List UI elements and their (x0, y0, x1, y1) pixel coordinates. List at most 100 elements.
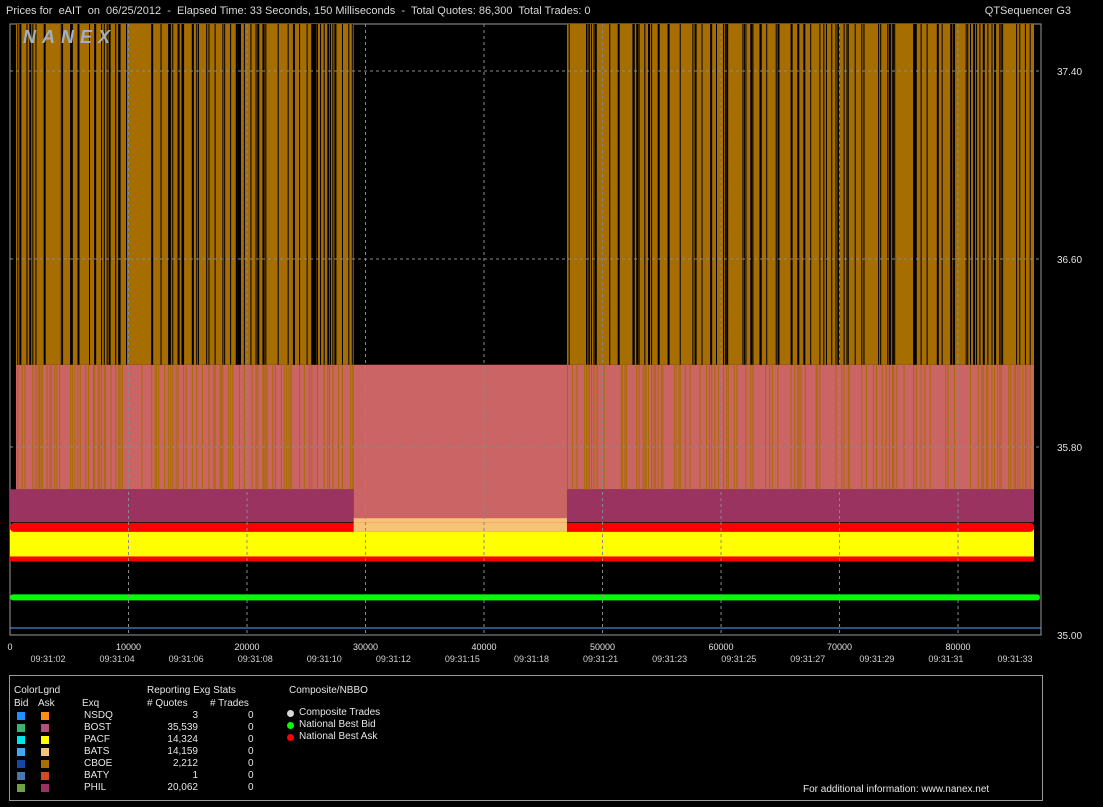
series-bost-gap-tick (126, 24, 128, 365)
x-time-label-7: 09:31:18 (514, 654, 549, 664)
series-bost-low-tick (97, 364, 99, 490)
legend-trades-nsdq: 0 (248, 710, 254, 721)
series-bost-low-tick (71, 364, 73, 490)
series-bost-low-tick (191, 364, 193, 490)
legend-trades-cboe: 0 (248, 758, 254, 769)
series-bost-low-tick (947, 364, 949, 490)
series-bost-low-tick (875, 364, 877, 490)
x-time-label-11: 09:31:27 (790, 654, 825, 664)
series-bost-low-tick (706, 364, 708, 490)
series-bost-low-tick (21, 364, 23, 490)
legend-trades-pacf: 0 (248, 734, 254, 745)
series-bost-gap-tick (994, 24, 997, 365)
series-bost-gap-tick (633, 24, 635, 365)
series-bost-low-tick (913, 364, 915, 490)
series-bost-low-tick (220, 364, 222, 490)
series-bost-gap-tick (287, 24, 289, 365)
series-bost-low-tick (994, 364, 996, 490)
series-bost-low-tick (596, 364, 598, 490)
series-bost-low-tick (1029, 364, 1031, 490)
series-bost-low-tick (56, 364, 58, 490)
series-bost-low-tick (588, 364, 590, 490)
series-bost-low-tick (308, 364, 310, 490)
series-bost-gap-tick (238, 24, 241, 365)
series-bost-gap-tick (314, 24, 317, 365)
legend-exchange-bats: BATS (84, 746, 110, 757)
series-bost-low-tick (816, 364, 818, 490)
legend-ask-swatch-phil (41, 784, 49, 792)
series-bost-low-tick (885, 364, 887, 490)
series-bost-gap-tick (311, 24, 314, 365)
x-tick-label-7: 70000 (827, 642, 852, 652)
series-bost-low-tick (977, 364, 979, 490)
legend-exchange-pacf: PACF (84, 734, 110, 745)
legend-quotes-pacf: 14,324 (167, 734, 198, 745)
series-bost-low-tick (94, 364, 96, 490)
series-bost-gap-tick (160, 24, 162, 365)
series-bost-low-tick (881, 364, 883, 490)
series-bost-low-tick (624, 364, 626, 490)
series-bost-low-tick (351, 364, 353, 490)
series-bost-fill-0 (16, 24, 354, 365)
series-bost-low-tick (752, 364, 754, 490)
series-bost-gap-tick (667, 24, 670, 365)
series-bost-low-tick (77, 364, 79, 490)
series-bost-low-tick (733, 364, 735, 490)
series-bost-gap-tick (982, 24, 985, 365)
series-bost-low-tick (651, 364, 653, 490)
series-bost-low-tick (232, 364, 234, 490)
series-bost-low-tick (1017, 364, 1019, 490)
series-bost-low-tick (257, 364, 259, 490)
x-tick-label-1: 10000 (116, 642, 141, 652)
legend-quotes-nsdq: 3 (192, 710, 198, 721)
series-bost-gap-tick (60, 24, 62, 365)
series-bost-gap-tick (894, 24, 896, 365)
series-bost-low-tick (35, 364, 37, 490)
series-bost-low-tick (311, 364, 313, 490)
series-bost-low-tick (653, 364, 655, 490)
series-bost-gap-tick (797, 24, 800, 365)
series-national-best-bid (10, 594, 1040, 601)
series-bost-low-tick (24, 364, 26, 490)
series-bost-gap-tick (657, 24, 660, 365)
series-bost-low-tick (603, 364, 605, 490)
series-bost-gap-tick (351, 24, 353, 365)
series-bost-gap-tick (70, 24, 73, 365)
x-tick-label-2: 20000 (234, 642, 259, 652)
x-time-label-1: 09:31:04 (100, 654, 135, 664)
series-bost-low-tick (110, 364, 112, 490)
series-bost-gap-tick (348, 24, 350, 365)
series-bost-gap-tick (327, 24, 330, 365)
legend-bid-swatch-bost (17, 724, 25, 732)
series-bost-low-tick (736, 364, 738, 490)
series-bost-low-tick (1008, 364, 1010, 490)
series-ask-gap (353, 522, 567, 532)
series-bost-gap-tick (843, 24, 845, 365)
series-bost-low-tick (636, 364, 638, 490)
legend-ask-swatch-bost (41, 724, 49, 732)
series-bost-low-tick (929, 364, 931, 490)
series-bost-gap-tick (825, 24, 827, 365)
price-chart[interactable]: 35.00 35.80 36.60 37.40 0 10000 20000 30000 4000… (0, 22, 1103, 672)
x-time-label-3: 09:31:08 (238, 654, 273, 664)
series-bost-gap-tick (1002, 24, 1004, 365)
legend-quotes-bost: 35,539 (167, 722, 198, 733)
series-bost-low-tick (141, 364, 143, 490)
x-tick-label-5: 50000 (590, 642, 615, 652)
series-bost-low-tick (718, 364, 720, 490)
series-bost-low-tick (804, 364, 806, 490)
series-bost-low-tick (251, 364, 253, 490)
legend-composite-label: Composite/NBBO (289, 685, 368, 696)
x-tick-label-0: 0 (7, 642, 12, 652)
series-bost-low-tick (620, 364, 622, 490)
series-bost-gap-tick (292, 24, 295, 365)
series-bost-low-tick (164, 364, 166, 490)
series-bost-low-tick (327, 364, 329, 490)
series-bost-low-tick (893, 364, 895, 490)
x-time-label-0: 09:31:02 (30, 654, 65, 664)
series-bost-low-tick (41, 364, 43, 490)
series-bost-gap-tick (651, 24, 653, 365)
series-bost-low-tick (660, 364, 662, 490)
series-bost-low-tick (593, 364, 595, 490)
series-bost-low-tick (999, 364, 1001, 490)
